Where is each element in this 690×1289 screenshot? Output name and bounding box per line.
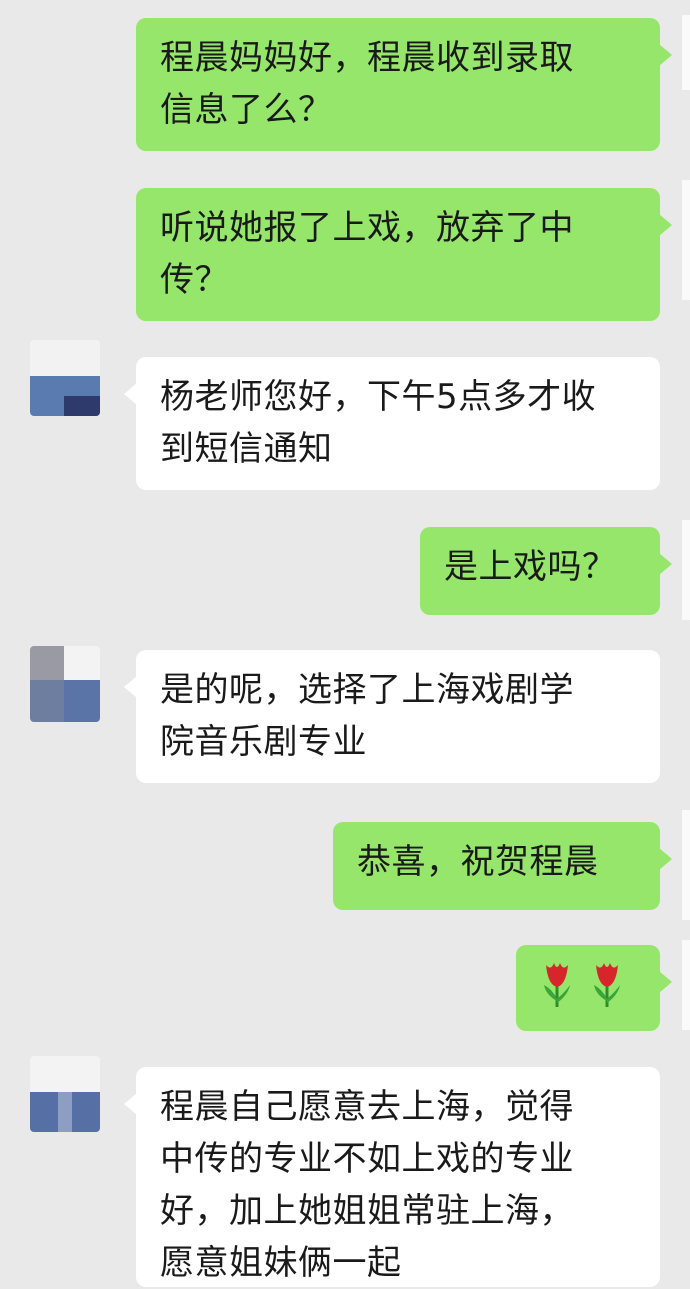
message-line: 愿意姐妹俩一起 [160,1243,402,1283]
contact-avatar[interactable] [30,1056,100,1132]
message-line: 程晨妈妈好，程晨收到录取 [160,38,574,78]
message-line: 院音乐剧专业 [160,722,367,762]
message-line: 传？ [160,260,229,300]
message-bubble-incoming[interactable]: 杨老师您好，下午5点多才收 到短信通知 [124,357,660,490]
message-line: 中传的专业不如上戏的专业 [160,1139,574,1179]
message-bubble-outgoing[interactable] [516,945,672,1031]
avatar-strip [682,520,690,620]
contact-avatar[interactable] [30,340,100,416]
avatar-strip [682,15,690,90]
message-bubble-outgoing[interactable]: 恭喜，祝贺程晨 [333,822,672,910]
message-bubble-outgoing[interactable]: 听说她报了上戏，放弃了中 传？ [136,188,672,321]
message-line: 到短信通知 [160,429,333,469]
message-bubble-outgoing[interactable]: 是上戏吗？ [420,527,672,615]
message-line: 是上戏吗？ [444,547,617,587]
message-line: 程晨自己愿意去上海，觉得 [160,1087,574,1127]
message-bubble-incoming[interactable]: 程晨自己愿意去上海，觉得 中传的专业不如上戏的专业 好，加上她姐姐常驻上海， 愿… [124,1067,660,1287]
message-line: 信息了么？ [160,90,333,130]
message-bubble-incoming[interactable]: 是的呢，选择了上海戏剧学 院音乐剧专业 [124,650,660,783]
message-line: 听说她报了上戏，放弃了中 [160,208,574,248]
contact-avatar[interactable] [30,646,100,722]
message-line: 恭喜，祝贺程晨 [357,842,599,882]
avatar-strip [682,810,690,920]
message-line: 好，加上她姐姐常驻上海， [160,1191,574,1231]
message-line: 杨老师您好，下午5点多才收 [160,377,597,417]
avatar-strip [682,180,690,300]
avatar-strip [682,940,690,1030]
message-bubble-outgoing[interactable]: 程晨妈妈好，程晨收到录取 信息了么？ [136,18,672,151]
tulip-icon [588,959,626,1024]
message-line: 是的呢，选择了上海戏剧学 [160,670,574,710]
tulip-icon [538,959,576,1024]
